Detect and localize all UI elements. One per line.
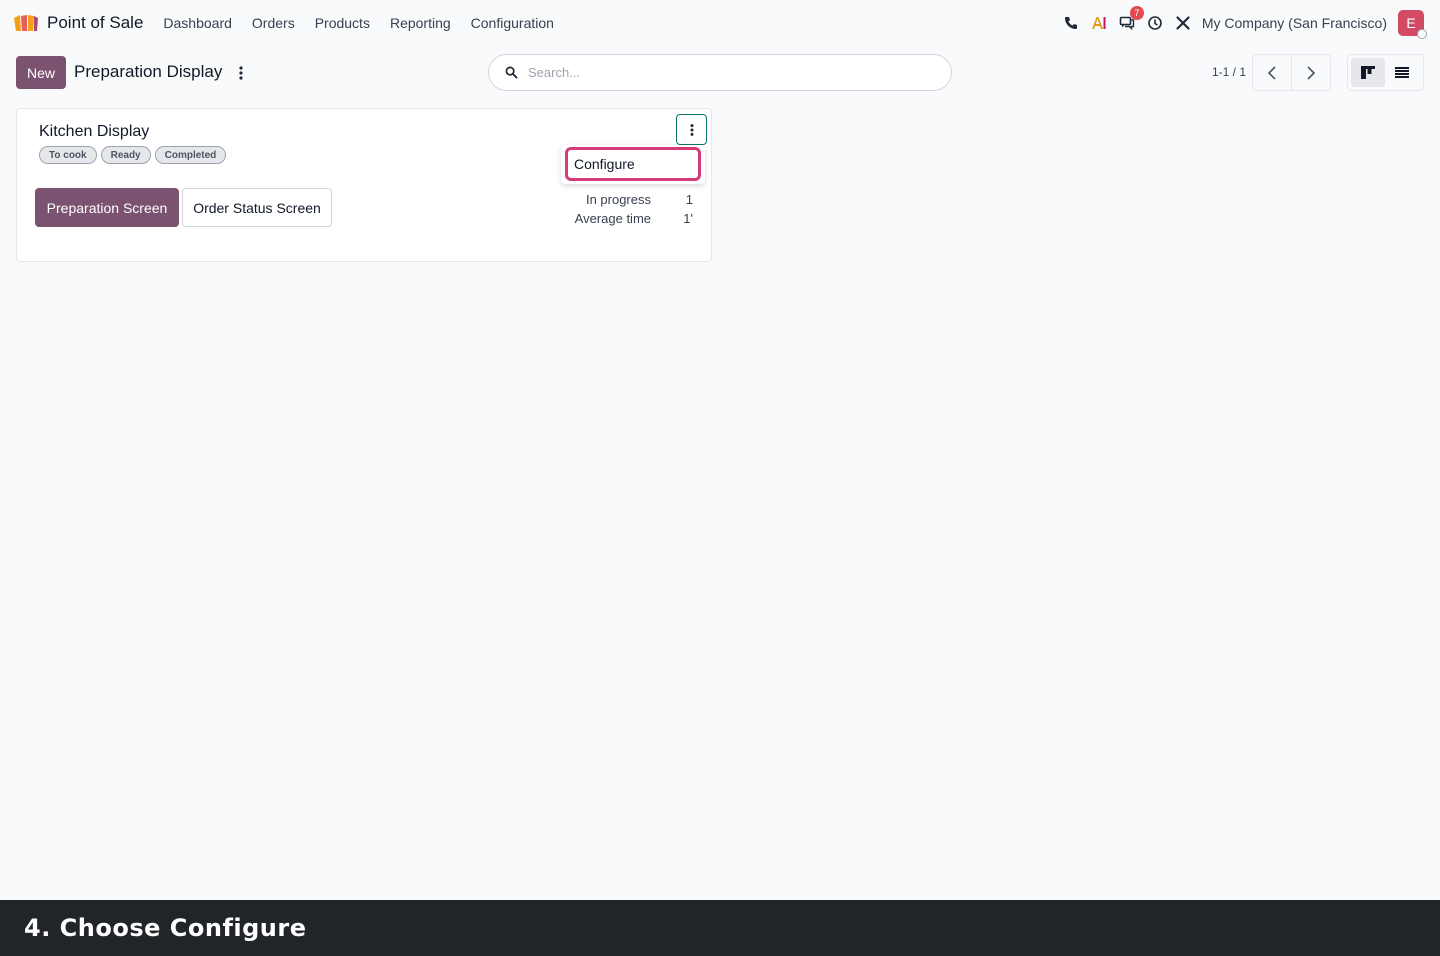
- avatar-initial: E: [1406, 15, 1416, 31]
- chat-icon[interactable]: 7: [1119, 6, 1144, 31]
- menu-orders[interactable]: Orders: [252, 15, 295, 31]
- actions-kebab-icon[interactable]: [232, 63, 250, 83]
- search-bar: [488, 54, 952, 91]
- card-stats: In progress 1 Average time 1': [557, 190, 707, 228]
- search-icon: [504, 66, 518, 80]
- search-input[interactable]: [528, 65, 908, 80]
- kanban-view-button[interactable]: [1351, 58, 1385, 87]
- card-dropdown-menu: Configure: [561, 145, 705, 184]
- main-menu: Dashboard Orders Products Reporting Conf…: [163, 15, 574, 31]
- ai-icon[interactable]: [1091, 15, 1107, 31]
- list-view-button[interactable]: [1385, 58, 1419, 87]
- kitchen-display-card: Kitchen Display To cook Ready Completed …: [16, 108, 712, 262]
- stat-label: Average time: [574, 211, 651, 226]
- preparation-screen-button[interactable]: Preparation Screen: [35, 188, 179, 227]
- tag-completed: Completed: [154, 146, 227, 164]
- phone-icon[interactable]: [1063, 15, 1079, 31]
- card-tags: To cook Ready Completed: [39, 146, 230, 164]
- page-title: Preparation Display: [74, 62, 223, 81]
- stat-label: In progress: [585, 192, 651, 207]
- chevron-left-icon: [1267, 65, 1276, 80]
- top-navbar: Point of Sale Dashboard Orders Products …: [0, 0, 1440, 46]
- app-brand[interactable]: Point of Sale: [13, 13, 143, 33]
- stat-in-progress: In progress 1: [557, 190, 707, 209]
- configure-menu-item[interactable]: Configure: [565, 147, 701, 181]
- user-avatar[interactable]: E: [1398, 10, 1427, 39]
- order-status-screen-button[interactable]: Order Status Screen: [182, 188, 332, 227]
- tutorial-caption-bar: 4. Choose Configure: [0, 900, 1440, 956]
- systray: 7 My Company (San Francisco) E: [1051, 0, 1427, 46]
- tag-to-cook: To cook: [39, 146, 97, 164]
- menu-dashboard[interactable]: Dashboard: [163, 15, 232, 31]
- kanban-icon: [1361, 66, 1375, 79]
- new-button[interactable]: New: [16, 56, 66, 89]
- app-name: Point of Sale: [47, 13, 144, 32]
- pager-value[interactable]: 1-1 / 1: [1196, 65, 1246, 79]
- clock-icon[interactable]: [1147, 15, 1163, 31]
- presence-status-icon: [1417, 29, 1427, 39]
- pager-next-button[interactable]: [1291, 55, 1330, 90]
- pager-controls: [1252, 54, 1331, 91]
- card-title: Kitchen Display: [39, 123, 150, 140]
- view-switcher: [1347, 54, 1424, 91]
- stat-value: 1: [685, 192, 693, 207]
- menu-reporting[interactable]: Reporting: [390, 15, 451, 31]
- list-icon: [1395, 67, 1409, 78]
- tools-icon[interactable]: [1175, 15, 1191, 31]
- menu-configuration[interactable]: Configuration: [471, 15, 554, 31]
- chevron-right-icon: [1307, 65, 1316, 80]
- menu-products[interactable]: Products: [315, 15, 370, 31]
- tag-ready: Ready: [100, 146, 151, 164]
- stat-average-time: Average time 1': [557, 209, 707, 228]
- chat-badge: 7: [1129, 6, 1144, 20]
- caption-text: 4. Choose Configure: [24, 914, 307, 942]
- company-switcher[interactable]: My Company (San Francisco): [1202, 15, 1387, 31]
- pager-previous-button[interactable]: [1253, 55, 1291, 90]
- kebab-icon: [690, 123, 693, 136]
- card-menu-button[interactable]: [676, 114, 707, 145]
- stat-value: 1': [683, 211, 693, 226]
- pos-app-icon: [14, 15, 38, 31]
